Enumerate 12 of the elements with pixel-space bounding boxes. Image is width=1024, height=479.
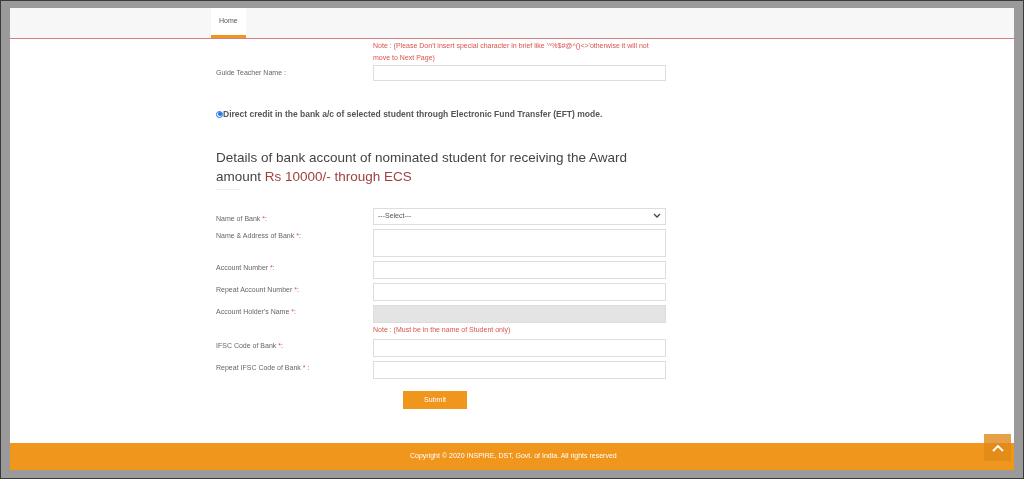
input-field[interactable] xyxy=(373,361,666,380)
chevron-up-icon xyxy=(991,443,1004,452)
input-field[interactable] xyxy=(373,260,666,279)
input-field[interactable] xyxy=(373,339,666,358)
chevron-down-icon xyxy=(653,213,661,220)
radio-label: Direct credit in the bank a/c of selected student through Electronic Fund Transfer (EFT) mode. xyxy=(223,108,603,121)
section-heading: Details of bank account of nominated student for receiving the Award amount Rs 10000/- through ECS xyxy=(216,148,628,186)
input-field[interactable] xyxy=(373,228,666,257)
radio-button[interactable] xyxy=(216,110,223,118)
scroll-top-button[interactable] xyxy=(984,434,1011,461)
input-field[interactable] xyxy=(373,65,666,81)
input-field[interactable] xyxy=(373,282,666,301)
